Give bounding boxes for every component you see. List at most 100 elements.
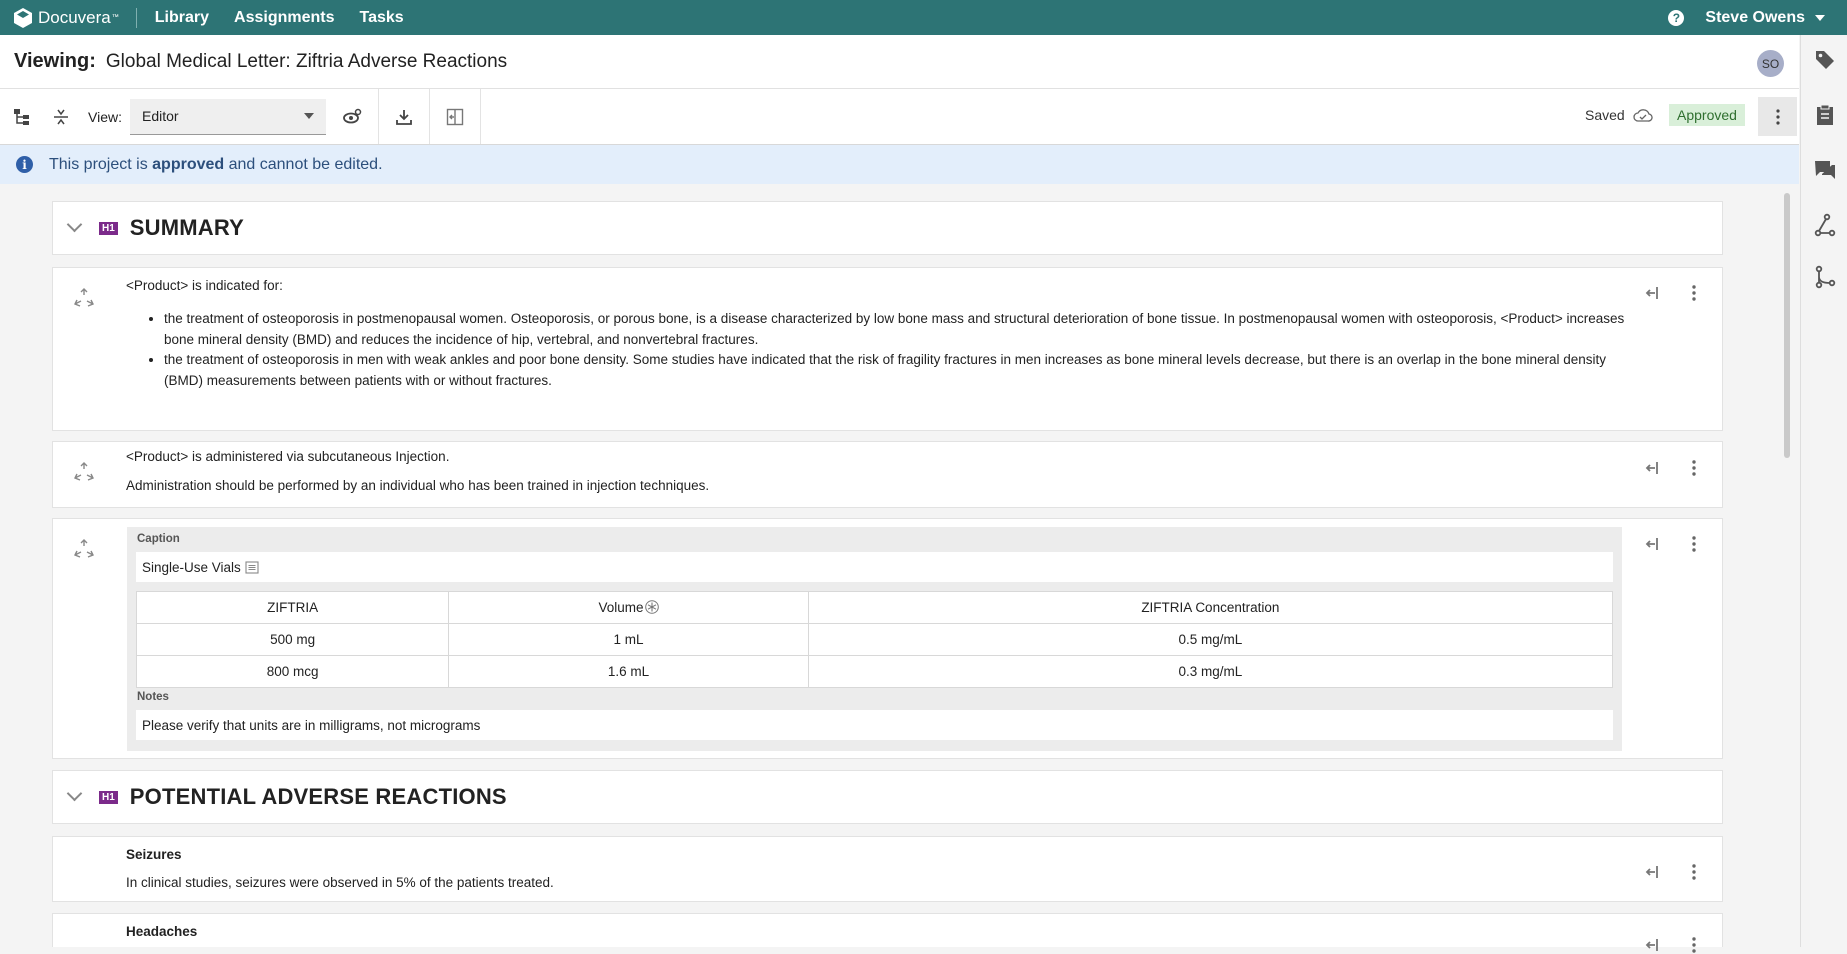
download-button[interactable] [393,106,415,128]
admin-line-2: Administration should be performed by an… [126,478,710,493]
tree-icon [14,108,29,125]
notes-label: Notes [137,691,169,703]
table-cell: 800 mcg [135,655,450,688]
table-cell: 500 mg [135,623,450,656]
caption-field: Single-Use Vials [136,552,1613,582]
toolbar-divider [428,89,430,144]
more-vertical-icon [1775,108,1780,125]
table-cell: 1.6 mL [448,655,809,688]
structure-tree-button[interactable] [11,106,33,128]
content-block[interactable]: Seizures In clinical studies, seizures w… [52,836,1723,902]
branch-icon[interactable] [1813,265,1837,289]
toolbar-divider [479,89,481,144]
indication-intro: <Product> is indicated for: [126,278,283,293]
section-heading: SUMMARY [129,215,245,240]
table-header-cell: Volume [448,591,809,624]
collapse-icon [54,109,68,124]
reuse-icon [74,288,94,307]
table-cell: 1 mL [448,623,809,656]
content-block[interactable]: <Product> is indicated for: the treatmen… [52,267,1723,431]
notes-field: Please verify that units are in milligra… [136,710,1613,740]
h1-badge: H1 [99,790,118,804]
more-vertical-icon[interactable] [1685,284,1703,302]
brand-logo[interactable]: Docuvera ™ [14,7,119,28]
top-nav: Docuvera ™ Library Assignments Tasks ? St… [0,0,1847,35]
info-icon: i [16,156,33,173]
table-row: 500 mg 1 mL 0.5 mg/mL [135,623,1614,656]
caption-text: Single-Use Vials [142,559,241,575]
banner-text: This project is approved and cannot be e… [49,156,383,174]
cloud-check-icon [1633,109,1653,122]
document-title-bar: Viewing: Global Medical Letter: Ziftria … [0,35,1799,89]
track-changes-button[interactable] [341,106,363,128]
chevron-down-icon [303,113,314,119]
help-icon[interactable]: ? [1668,9,1685,26]
insert-icon[interactable] [1644,936,1662,954]
admin-line-1: <Product> is administered via subcutaneo… [126,449,450,464]
reuse-icon [74,462,94,481]
nav-assignments[interactable]: Assignments [234,9,334,27]
clipboard-icon[interactable] [1813,103,1837,127]
download-icon [396,109,412,125]
content-scrollbar[interactable] [1780,190,1792,947]
collapse-all-button[interactable] [50,106,72,128]
view-select[interactable]: Editor [129,98,326,135]
summary-heading-block: H1 SUMMARY [52,201,1723,255]
list-item: the treatment of osteoporosis in men wit… [164,350,1646,391]
more-options-button[interactable] [1758,97,1797,136]
content-block[interactable]: <Product> is administered via subcutaneo… [52,441,1723,508]
approved-banner: i This project is approved and cannot be… [0,145,1799,184]
user-menu-caret-icon[interactable] [1815,14,1825,21]
table-cell: 0.5 mg/mL [807,623,1614,656]
banner-suffix: and cannot be edited. [224,155,383,173]
caption-label: Caption [137,533,180,545]
view-label: View: [88,108,122,125]
editor-toolbar: View: Editor Saved Approved [0,89,1799,145]
more-vertical-icon[interactable] [1685,936,1703,954]
collapse-chevron-icon[interactable] [66,216,83,232]
note-icon[interactable] [245,560,259,574]
nav-library[interactable]: Library [155,9,209,27]
collapse-chevron-icon[interactable] [66,785,83,801]
table-header-cell: ZIFTRIA Concentration [807,591,1614,624]
more-vertical-icon[interactable] [1685,863,1703,881]
user-menu-name[interactable]: Steve Owens [1705,9,1805,27]
save-status: Saved [1585,107,1653,123]
brand-name: Docuvera [38,7,111,27]
table-container: Caption Single-Use Vials ZIFTRIA Volume … [127,527,1622,751]
compare-button[interactable] [444,106,466,128]
compare-icon [446,108,464,125]
scrollbar-thumb[interactable] [1784,193,1790,458]
comments-icon[interactable] [1813,158,1837,182]
insert-icon[interactable] [1644,863,1662,881]
insert-icon[interactable] [1644,284,1662,302]
nav-tasks[interactable]: Tasks [359,9,403,27]
workflow-icon[interactable] [1813,213,1837,237]
body-text: In clinical studies, seizures were obser… [126,875,554,890]
table-header-row: ZIFTRIA Volume ZIFTRIA Concentration [135,591,1614,624]
banner-prefix: This project is [49,155,153,173]
table-header-cell: ZIFTRIA [135,591,450,624]
eye-link-icon [343,108,362,123]
document-title: Global Medical Letter: Ziftria Adverse R… [105,50,508,72]
banner-bold: approved [152,155,225,173]
view-select-value: Editor [141,108,179,124]
subheading: Seizures [126,847,182,862]
list-item: the treatment of osteoporosis in postmen… [164,309,1646,350]
content-block[interactable]: Headaches [52,913,1723,953]
viewing-label: Viewing: [14,50,96,72]
status-badge: Approved [1669,104,1745,126]
reuse-icon [74,539,94,558]
insert-icon[interactable] [1644,459,1662,477]
table-cell: 0.3 mg/mL [807,655,1614,688]
more-vertical-icon[interactable] [1685,535,1703,553]
adverse-heading-block: H1 POTENTIAL ADVERSE REACTIONS [52,770,1723,824]
table-header-text: Volume [598,600,644,615]
tag-icon[interactable] [1813,48,1837,72]
avatar[interactable]: SO [1757,50,1784,77]
toolbar-divider [377,89,379,144]
more-vertical-icon[interactable] [1685,459,1703,477]
indication-list: the treatment of osteoporosis in postmen… [126,309,1646,391]
insert-icon[interactable] [1644,535,1662,553]
table-content-block[interactable]: Caption Single-Use Vials ZIFTRIA Volume … [52,518,1723,759]
